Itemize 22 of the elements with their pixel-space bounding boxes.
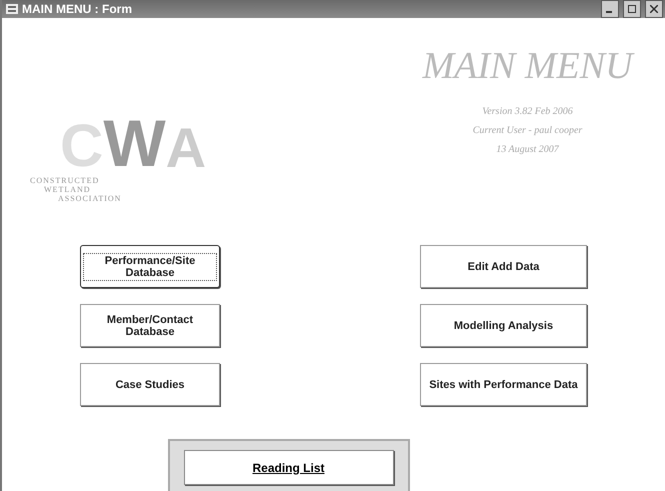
- form-icon: [6, 4, 18, 14]
- menu-title: MAIN MENU: [422, 44, 633, 88]
- menu-button[interactable]: Edit Add Data: [420, 245, 587, 288]
- reading-list-button[interactable]: Reading List: [184, 450, 394, 485]
- logo-letter: W: [103, 110, 166, 176]
- menu-button[interactable]: Modelling Analysis: [420, 304, 587, 347]
- close-button[interactable]: [645, 0, 663, 18]
- info-line: Current User - paul cooper: [472, 124, 582, 138]
- logo-caption: CONSTRUCTED: [30, 176, 100, 185]
- close-icon: [650, 5, 658, 13]
- maximize-button[interactable]: [623, 0, 641, 18]
- minimize-button[interactable]: [601, 0, 619, 18]
- logo-caption: WETLAND: [43, 185, 92, 194]
- menu-button[interactable]: Member/Contact Database: [80, 304, 220, 347]
- menu-button[interactable]: Sites with Performance Data: [420, 363, 587, 406]
- logo-caption: ASSOCIATION: [57, 194, 122, 203]
- menu-button[interactable]: Performance/Site Database: [80, 245, 220, 288]
- info-line: Version 3.82 Feb 2006: [482, 105, 573, 119]
- window-title: MAIN MENU : Form: [22, 2, 133, 16]
- info-line: 13 August 2007: [496, 143, 559, 157]
- maximize-icon: [628, 5, 636, 13]
- menu-button[interactable]: Case Studies: [80, 363, 220, 406]
